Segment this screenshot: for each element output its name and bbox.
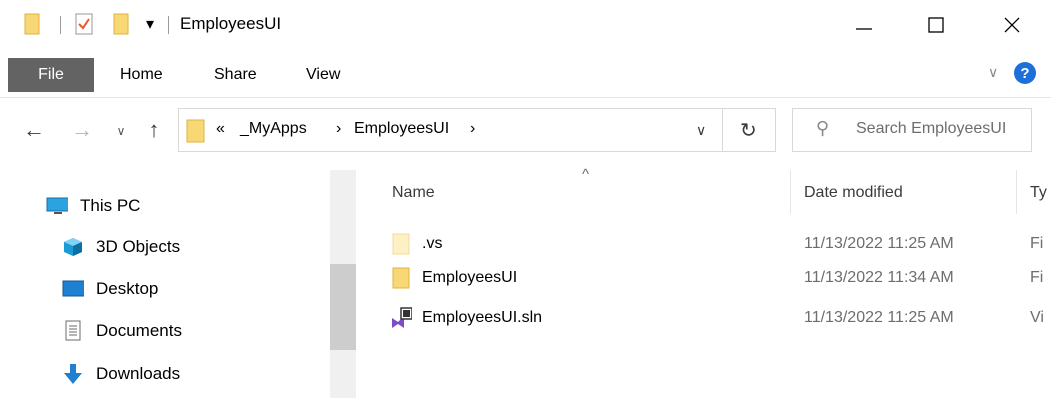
folder-icon[interactable]: [24, 12, 40, 36]
search-input[interactable]: Search EmployeesUI: [856, 120, 1030, 138]
sidebar-item-documents[interactable]: Documents: [62, 315, 182, 347]
close-icon: [1004, 17, 1020, 33]
maximize-button[interactable]: [908, 0, 964, 50]
tab-home[interactable]: Home: [120, 58, 163, 92]
nav-pane-scroll-thumb[interactable]: [330, 264, 356, 350]
folder-icon: [390, 266, 412, 290]
help-icon: ?: [1020, 64, 1030, 82]
file-row[interactable]: EmployeesUI.sln: [390, 302, 542, 334]
sidebar-item-label: Desktop: [96, 279, 159, 298]
column-header-date-modified[interactable]: Date modified: [804, 178, 903, 208]
sort-indicator: ^: [582, 166, 590, 183]
file-type: Fi: [1030, 269, 1044, 286]
file-name: EmployeesUI.sln: [422, 309, 543, 326]
breadcrumb-myapps[interactable]: _MyApps: [240, 120, 307, 138]
column-separator[interactable]: [1016, 170, 1017, 214]
file-type: Fi: [1030, 235, 1044, 252]
breadcrumb-employeesui[interactable]: EmployeesUI: [354, 120, 449, 138]
window-title: EmployeesUI: [180, 14, 282, 33]
documents-icon: [62, 320, 84, 341]
sidebar-item-label: Downloads: [96, 364, 181, 383]
file-date: 11/13/2022 11:25 AM: [804, 309, 954, 326]
recent-locations-button[interactable]: ∨: [112, 120, 130, 142]
sidebar-item-desktop[interactable]: Desktop: [62, 273, 158, 305]
address-folder-icon: [186, 118, 206, 144]
tab-view[interactable]: View: [306, 58, 340, 92]
customize-quick-access-button[interactable]: ▾: [146, 14, 154, 34]
file-row[interactable]: EmployeesUI: [390, 262, 517, 294]
address-overflow[interactable]: «: [216, 120, 225, 138]
this-pc-icon: [46, 196, 68, 216]
tab-file[interactable]: File: [8, 58, 94, 92]
hidden-folder-icon: [390, 232, 412, 256]
minimize-button[interactable]: [836, 0, 892, 50]
address-dropdown-button[interactable]: ∨: [696, 122, 706, 139]
sidebar-item-3d-objects[interactable]: 3D Objects: [62, 231, 180, 263]
expand-ribbon-button[interactable]: ∨: [988, 64, 998, 81]
maximize-icon: [928, 17, 944, 33]
close-button[interactable]: [984, 0, 1040, 50]
sidebar-item-downloads[interactable]: Downloads: [62, 358, 180, 390]
solution-file-icon: [390, 306, 412, 330]
downloads-icon: [62, 364, 84, 384]
refresh-icon: ↻: [740, 120, 757, 142]
file-name: EmployeesUI: [422, 269, 518, 286]
sidebar-item-label: 3D Objects: [96, 237, 181, 256]
breadcrumb-separator[interactable]: ›: [470, 120, 475, 138]
title-bar: [0, 0, 1051, 50]
sidebar-item-label: Documents: [96, 321, 182, 340]
file-date: 11/13/2022 11:25 AM: [804, 235, 954, 252]
up-button[interactable]: ↑: [140, 114, 168, 146]
file-row[interactable]: .vs: [390, 228, 442, 260]
file-date: 11/13/2022 11:34 AM: [804, 269, 954, 286]
forward-button[interactable]: →: [68, 114, 96, 146]
file-type: Vi: [1030, 309, 1044, 326]
new-folder-icon[interactable]: [112, 12, 132, 36]
tab-share[interactable]: Share: [214, 58, 257, 92]
title-separator: [168, 16, 169, 34]
toolbar-separator: [60, 16, 61, 34]
back-button[interactable]: ←: [20, 114, 48, 146]
search-icon: ⚲: [816, 118, 830, 138]
column-separator[interactable]: [790, 170, 791, 214]
desktop-icon: [62, 279, 84, 299]
help-button[interactable]: ?: [1014, 62, 1036, 84]
file-name: .vs: [422, 235, 443, 252]
properties-icon[interactable]: [74, 12, 94, 36]
column-header-type[interactable]: Ty: [1030, 178, 1051, 208]
minimize-icon: [856, 28, 872, 30]
breadcrumb-separator[interactable]: ›: [336, 120, 341, 138]
3d-objects-icon: [62, 237, 84, 257]
sidebar-item-label: This PC: [80, 196, 141, 215]
sidebar-item-this-pc[interactable]: This PC: [46, 190, 140, 222]
column-header-name[interactable]: Name: [392, 178, 435, 208]
